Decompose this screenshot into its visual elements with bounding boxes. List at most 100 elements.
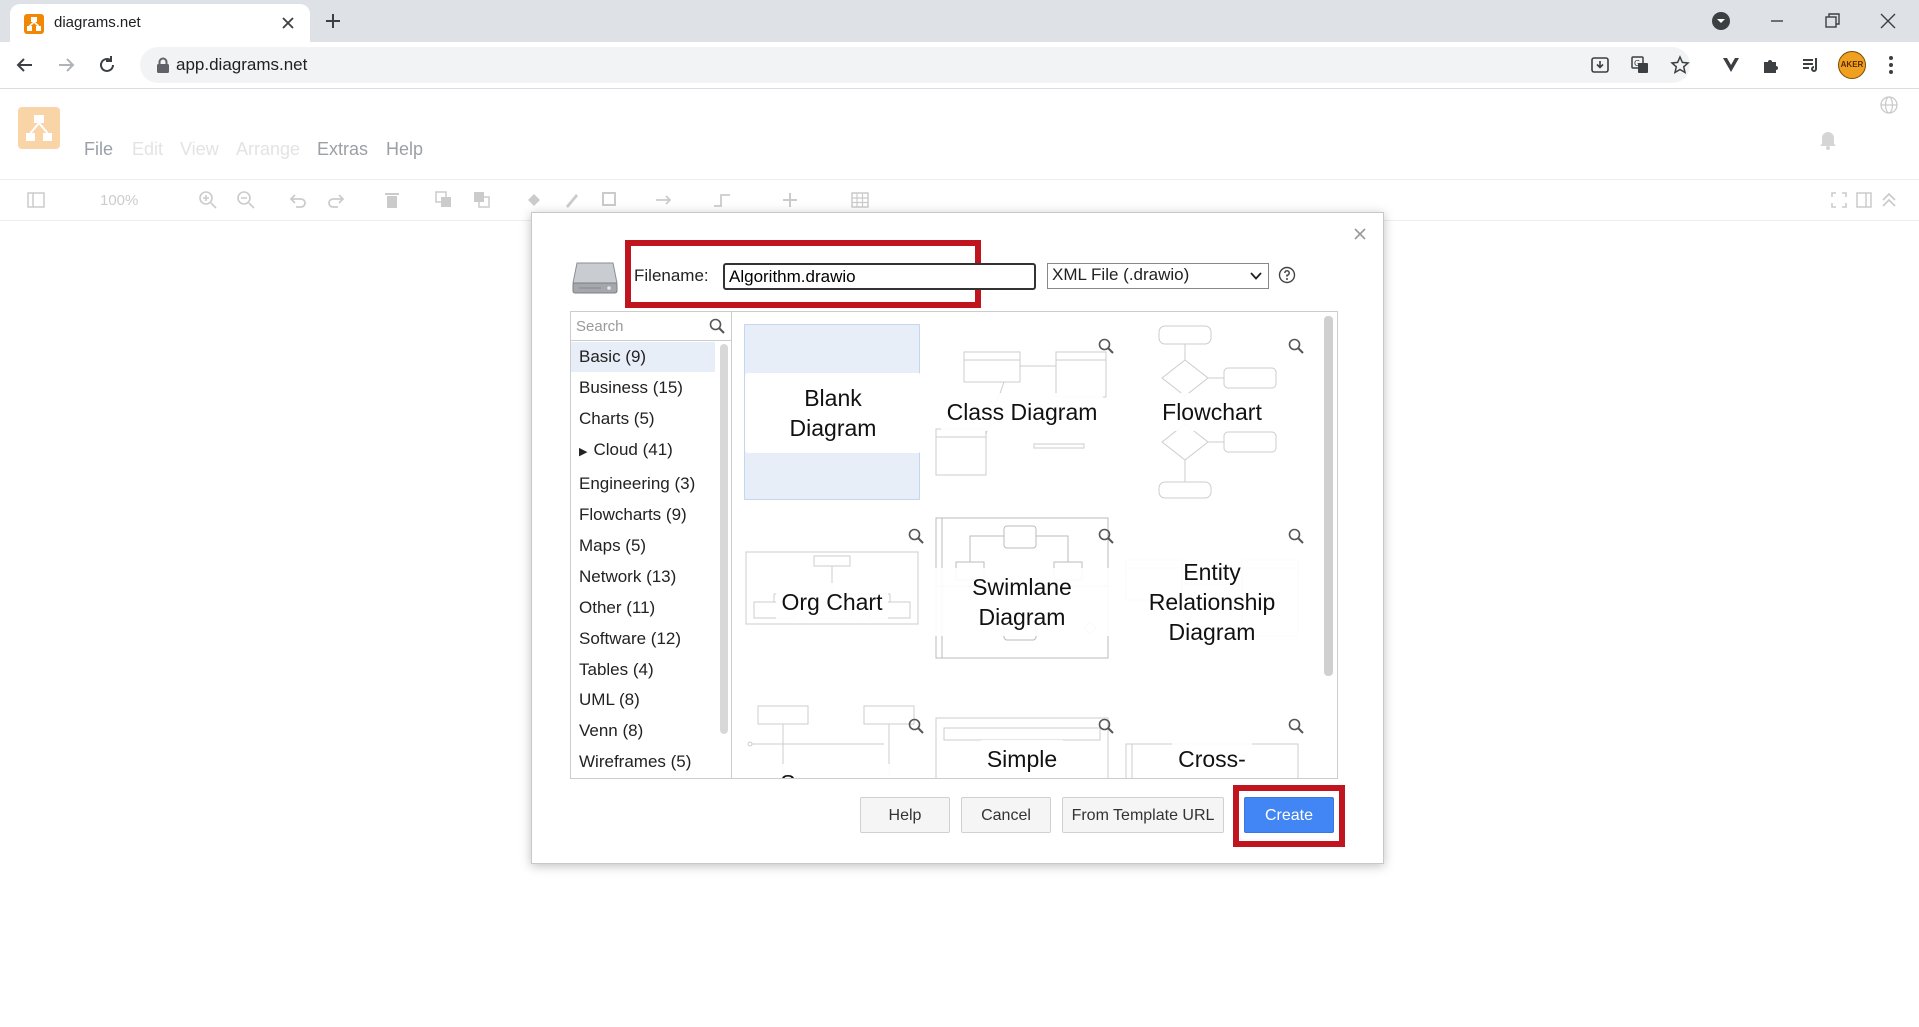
category-charts[interactable]: Charts (5): [571, 404, 715, 434]
template-swimlane-diagram[interactable]: Swimlane Diagram: [934, 514, 1110, 690]
category-network[interactable]: Network (13): [571, 562, 715, 592]
lock-icon[interactable]: [156, 57, 170, 73]
preview-zoom-icon[interactable]: [908, 718, 924, 734]
redo-icon[interactable]: [326, 190, 346, 210]
category-other[interactable]: Other (11): [571, 593, 715, 623]
category-maps[interactable]: Maps (5): [571, 531, 715, 561]
template-entity-relationship-diagram[interactable]: Entity Relationship Diagram: [1124, 514, 1300, 690]
address-bar[interactable]: app.diagrams.net G: [140, 47, 1690, 83]
help-question-icon[interactable]: [1278, 266, 1296, 284]
restore-icon[interactable]: [1821, 10, 1843, 32]
menu-view[interactable]: View: [180, 139, 219, 160]
drawio-logo-icon: [18, 107, 60, 149]
chrome-menu-icon[interactable]: [1880, 54, 1902, 76]
connection-icon[interactable]: [654, 190, 674, 210]
template-label: Class Diagram: [940, 393, 1104, 431]
url-text: app.diagrams.net: [176, 55, 308, 74]
category-engineering[interactable]: Engineering (3): [571, 469, 715, 499]
menu-edit[interactable]: Edit: [132, 139, 163, 160]
category-uml[interactable]: UML (8): [571, 685, 715, 715]
minimize-icon[interactable]: [1766, 10, 1788, 32]
template-class-diagram[interactable]: Class Diagram: [934, 324, 1110, 500]
translate-icon[interactable]: G: [1630, 55, 1650, 75]
zoom-out-icon[interactable]: [236, 190, 256, 210]
zoom-level[interactable]: 100%: [100, 192, 138, 209]
preview-zoom-icon[interactable]: [1098, 718, 1114, 734]
insert-icon[interactable]: [780, 190, 800, 210]
undo-icon[interactable]: [288, 190, 308, 210]
waypoints-icon[interactable]: [712, 190, 732, 210]
category-venn[interactable]: Venn (8): [571, 716, 715, 746]
menu-file[interactable]: File: [84, 139, 113, 160]
install-app-icon[interactable]: [1590, 55, 1610, 75]
template-search[interactable]: Search: [571, 312, 731, 341]
collapse-icon[interactable]: [1879, 190, 1899, 210]
tab-close-icon[interactable]: [278, 13, 298, 33]
preview-zoom-icon[interactable]: [908, 528, 924, 544]
media-queue-icon[interactable]: [1800, 54, 1822, 76]
to-front-icon[interactable]: [434, 190, 454, 210]
template-org-chart[interactable]: Org Chart: [744, 514, 920, 690]
category-tables[interactable]: Tables (4): [571, 655, 715, 685]
template-search-input[interactable]: Search: [576, 318, 624, 335]
sidebar-scrollbar[interactable]: [720, 344, 728, 734]
template-cross-functional[interactable]: Cross-: [1124, 704, 1300, 778]
cancel-button[interactable]: Cancel: [961, 797, 1051, 833]
category-basic[interactable]: Basic (9): [571, 342, 715, 372]
table-icon[interactable]: [850, 190, 870, 210]
zoom-in-icon[interactable]: [198, 190, 218, 210]
expand-arrow-icon: ▶: [579, 446, 588, 458]
template-blank-diagram[interactable]: Blank Diagram: [744, 324, 921, 500]
template-simple[interactable]: Simple: [934, 704, 1110, 778]
filename-input[interactable]: [723, 263, 1036, 290]
line-color-icon[interactable]: [562, 190, 582, 210]
category-flowcharts[interactable]: Flowcharts (9): [571, 500, 715, 530]
to-back-icon[interactable]: [472, 190, 492, 210]
template-label: Swimlane Diagram: [934, 568, 1110, 636]
category-cloud[interactable]: ▶ Cloud (41): [571, 435, 715, 465]
bookmark-star-icon[interactable]: [1670, 55, 1690, 75]
preview-zoom-icon[interactable]: [1098, 528, 1114, 544]
template-label: Cross-: [1172, 740, 1252, 778]
from-template-url-button[interactable]: From Template URL: [1062, 797, 1224, 833]
tab-search-icon[interactable]: [1710, 10, 1732, 32]
hard-drive-icon: [571, 255, 619, 295]
close-window-icon[interactable]: [1877, 10, 1899, 32]
sidebar-toggle-icon[interactable]: [1854, 190, 1874, 210]
extension-v-icon[interactable]: [1720, 54, 1742, 76]
menu-extras[interactable]: Extras: [317, 139, 368, 160]
format-select-value: XML File (.drawio): [1052, 265, 1190, 284]
new-tab-icon[interactable]: [322, 10, 344, 32]
search-icon[interactable]: [709, 318, 725, 334]
shadow-icon[interactable]: [600, 190, 620, 210]
category-wireframes[interactable]: Wireframes (5): [571, 747, 715, 777]
category-business[interactable]: Business (15): [571, 373, 715, 403]
template-flowchart[interactable]: Flowchart: [1124, 324, 1300, 500]
reload-icon[interactable]: [96, 54, 118, 76]
back-icon[interactable]: [14, 54, 36, 76]
format-select[interactable]: XML File (.drawio): [1047, 263, 1269, 289]
template-scrollbar[interactable]: [1324, 316, 1333, 676]
browser-tab[interactable]: diagrams.net: [10, 4, 310, 42]
profile-avatar[interactable]: AKER: [1838, 51, 1866, 79]
preview-zoom-icon[interactable]: [1288, 718, 1304, 734]
category-software[interactable]: Software (12): [571, 624, 715, 654]
preview-zoom-icon[interactable]: [1288, 528, 1304, 544]
fullscreen-icon[interactable]: [1829, 190, 1849, 210]
preview-zoom-icon[interactable]: [1288, 338, 1304, 354]
template-sequence[interactable]: Sequence: [744, 704, 920, 778]
fill-color-icon[interactable]: [524, 190, 544, 210]
menu-arrange[interactable]: Arrange: [236, 139, 300, 160]
notification-bell-icon[interactable]: [1818, 128, 1838, 150]
language-globe-icon[interactable]: [1879, 95, 1899, 115]
dialog-close-icon[interactable]: [1353, 227, 1367, 241]
forward-icon[interactable]: [55, 54, 77, 76]
extensions-puzzle-icon[interactable]: [1760, 54, 1782, 76]
delete-icon[interactable]: [382, 190, 402, 210]
preview-zoom-icon[interactable]: [1098, 338, 1114, 354]
browser-tabstrip: diagrams.net: [0, 0, 1919, 42]
help-button[interactable]: Help: [860, 797, 950, 833]
create-button[interactable]: Create: [1244, 797, 1334, 833]
format-panel-icon[interactable]: [26, 190, 46, 210]
menu-help[interactable]: Help: [386, 139, 423, 160]
